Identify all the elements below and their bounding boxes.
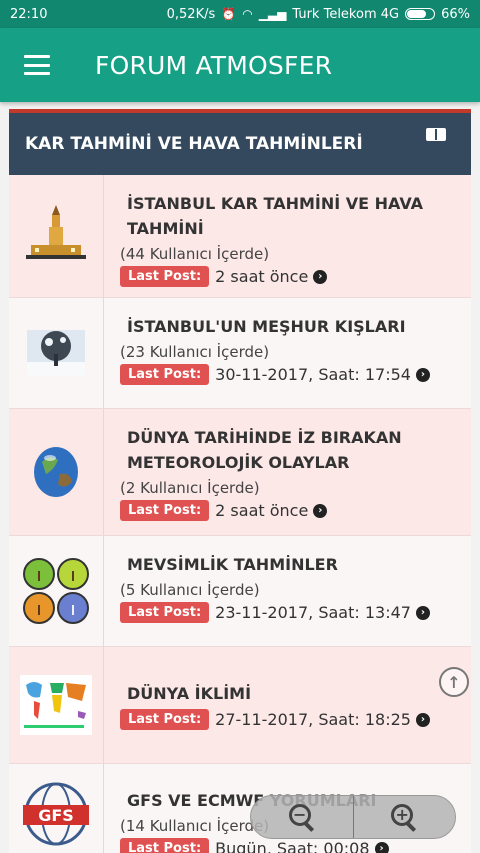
scroll-to-top-button[interactable]: ↑ — [439, 667, 469, 697]
forum-thumbnail — [9, 409, 104, 535]
last-post-line: Last Post: 27-11-2017, Saat: 18:25 › — [120, 709, 471, 730]
arrow-right-circle-icon[interactable]: › — [313, 503, 328, 518]
forum-info: MEVSİMLİK TAHMİNLER (5 Kullanıcı İçerde)… — [104, 536, 471, 646]
carrier-name: Turk Telekom 4G — [292, 6, 400, 22]
forum-thumbnail — [9, 298, 104, 408]
last-post-badge: Last Post: — [120, 500, 210, 521]
battery-icon — [405, 8, 436, 20]
snowy-tree-icon — [27, 330, 85, 376]
last-post-badge: Last Post: — [120, 709, 210, 730]
section-title: KAR TAHMİNİ VE HAVA TAHMİNLERİ — [25, 134, 363, 154]
forum-title-link[interactable]: DÜNYA TARİHİNDE İZ BIRAKAN METEOROLOJİK … — [120, 425, 471, 475]
hamburger-menu-icon[interactable] — [24, 55, 50, 75]
arrow-right-circle-icon[interactable]: › — [415, 367, 430, 382]
online-users-count: (23 Kullanıcı İçerde) — [120, 343, 270, 361]
status-time: 22:10 — [10, 6, 48, 22]
last-post-time[interactable]: 27-11-2017, Saat: 18:25 — [215, 710, 411, 729]
zoom-out-icon: − — [288, 804, 315, 832]
last-post-line: Last Post: 23-11-2017, Saat: 13:47 › — [120, 602, 471, 623]
forum-title-link[interactable]: DÜNYA İKLİMİ — [120, 681, 471, 706]
forum-title-link[interactable]: İSTANBUL'UN MEŞHUR KIŞLARI — [120, 314, 471, 339]
online-users-count: (2 Kullanıcı İçerde) — [120, 479, 260, 497]
network-speed: 0,52K/s — [166, 6, 216, 22]
last-post-time[interactable]: 23-11-2017, Saat: 13:47 — [215, 603, 411, 622]
forum-thumbnail — [9, 647, 104, 763]
online-users-count: (5 Kullanıcı İçerde) — [120, 581, 260, 599]
gfs-logo-text: GFS — [38, 806, 74, 825]
forum-row[interactable]: DÜNYA İKLİMİ Last Post: 27-11-2017, Saat… — [9, 647, 471, 764]
forum-thumbnail: GFS — [9, 764, 104, 853]
app-title: FORUM ATMOSFER — [95, 50, 333, 80]
last-post-time[interactable]: 30-11-2017, Saat: 17:54 — [215, 365, 411, 384]
climate-map-icon — [20, 675, 92, 735]
forum-list: İSTANBUL KAR TAHMİNİ VE HAVA TAHMİNİ (44… — [9, 175, 471, 853]
last-post-line: Last Post: Bugün, Saat: 00:08 › — [120, 838, 471, 853]
globe-icon — [34, 447, 78, 497]
forum-row[interactable]: DÜNYA TARİHİNDE İZ BIRAKAN METEOROLOJİK … — [9, 409, 471, 536]
status-indicators: 0,52K/s ⏰ ◠ ▁▃▅ Turk Telekom 4G 66% — [167, 7, 470, 22]
arrow-right-circle-icon[interactable]: › — [415, 712, 430, 727]
forum-thumbnail — [9, 536, 104, 646]
forum-row[interactable]: MEVSİMLİK TAHMİNLER (5 Kullanıcı İçerde)… — [9, 536, 471, 647]
section-header[interactable]: KAR TAHMİNİ VE HAVA TAHMİNLERİ — [9, 113, 471, 175]
arrow-right-circle-icon[interactable]: › — [374, 841, 389, 853]
forum-title-link[interactable]: MEVSİMLİK TAHMİNLER — [120, 552, 471, 577]
forum-title-link[interactable]: İSTANBUL KAR TAHMİNİ VE HAVA TAHMİNİ — [120, 191, 471, 241]
forum-row[interactable]: İSTANBUL KAR TAHMİNİ VE HAVA TAHMİNİ (44… — [9, 175, 471, 298]
last-post-time[interactable]: Bugün, Saat: 00:08 — [215, 839, 369, 853]
zoom-in-icon: + — [391, 804, 417, 832]
arrow-right-circle-icon[interactable]: › — [415, 605, 430, 620]
last-post-badge: Last Post: — [120, 364, 210, 385]
last-post-badge: Last Post: — [120, 838, 210, 853]
arrow-right-circle-icon[interactable]: › — [313, 269, 328, 284]
signal-icon: ▁▃▅ — [258, 7, 287, 21]
wifi-icon: ◠ — [242, 7, 253, 21]
app-bar: FORUM ATMOSFER — [0, 28, 480, 102]
forum-row[interactable]: İSTANBUL'UN MEŞHUR KIŞLARI (23 Kullanıcı… — [9, 298, 471, 409]
maiden-tower-icon — [26, 205, 86, 259]
zoom-control: − + — [250, 795, 456, 839]
zoom-out-button[interactable]: − — [251, 796, 353, 838]
gfs-logo-icon: GFS — [23, 782, 89, 845]
four-seasons-icon — [23, 558, 89, 624]
online-users-count: (44 Kullanıcı İçerde) — [120, 245, 270, 263]
last-post-line: Last Post: 30-11-2017, Saat: 17:54 › — [120, 364, 471, 385]
forum-info: DÜNYA İKLİMİ Last Post: 27-11-2017, Saat… — [104, 647, 471, 763]
forum-info: İSTANBUL'UN MEŞHUR KIŞLARI (23 Kullanıcı… — [104, 298, 471, 408]
forum-info: DÜNYA TARİHİNDE İZ BIRAKAN METEOROLOJİK … — [104, 409, 471, 535]
last-post-badge: Last Post: — [120, 602, 210, 623]
battery-percent: 66% — [441, 6, 470, 22]
status-bar: 22:10 0,52K/s ⏰ ◠ ▁▃▅ Turk Telekom 4G 66… — [0, 0, 480, 28]
zoom-in-button[interactable]: + — [354, 796, 456, 838]
last-post-badge: Last Post: — [120, 266, 210, 287]
last-post-line: Last Post: 2 saat önce › — [120, 266, 471, 287]
last-post-line: Last Post: 2 saat önce › — [120, 500, 471, 521]
last-post-time[interactable]: 2 saat önce — [215, 267, 308, 286]
alarm-icon: ⏰ — [221, 7, 237, 21]
forum-section: KAR TAHMİNİ VE HAVA TAHMİNLERİ İSTANBUL … — [9, 109, 471, 853]
last-post-time[interactable]: 2 saat önce — [215, 501, 308, 520]
forum-info: İSTANBUL KAR TAHMİNİ VE HAVA TAHMİNİ (44… — [104, 175, 471, 297]
book-icon[interactable] — [426, 128, 446, 141]
arrow-up-icon: ↑ — [447, 672, 461, 692]
forum-thumbnail — [9, 175, 104, 297]
